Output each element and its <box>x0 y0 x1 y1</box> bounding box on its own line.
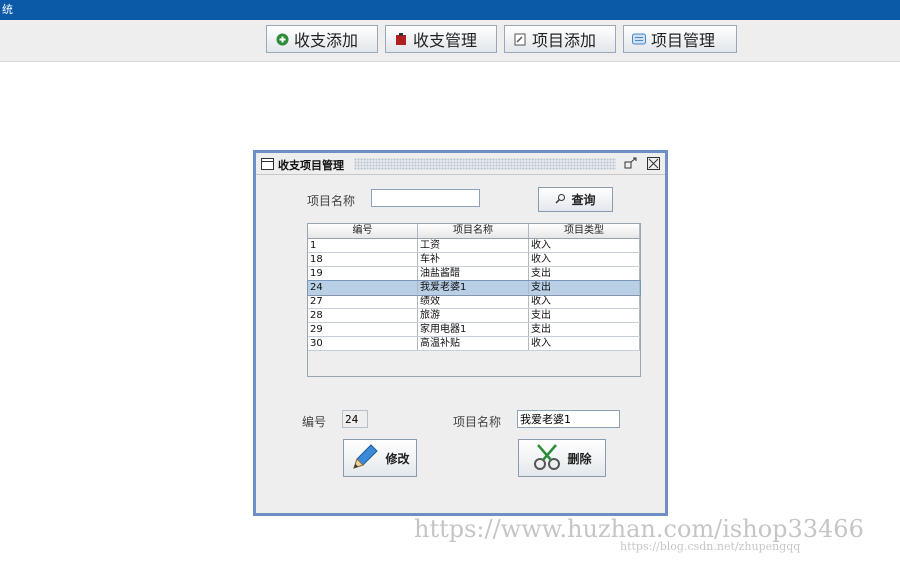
cell-name: 家用电器1 <box>418 323 529 336</box>
table-row[interactable]: 1 工资 收入 <box>308 239 640 253</box>
close-icon[interactable] <box>647 157 660 170</box>
add-project-button[interactable]: 项目添加 <box>504 25 616 53</box>
scissors-icon <box>532 442 562 475</box>
manage-transactions-button[interactable]: 收支管理 <box>385 25 497 53</box>
cell-type: 收入 <box>529 253 640 266</box>
cell-type: 收入 <box>529 295 640 308</box>
column-header-type[interactable]: 项目类型 <box>529 224 640 238</box>
cell-name: 油盐酱醋 <box>418 267 529 280</box>
watermark-sub: https://blog.csdn.net/zhupengqq <box>620 540 801 553</box>
cell-id: 28 <box>308 309 418 322</box>
cell-name: 绩效 <box>418 295 529 308</box>
search-input[interactable] <box>371 189 480 207</box>
table-header: 编号 项目名称 项目类型 <box>308 224 640 239</box>
restore-icon[interactable] <box>624 157 638 171</box>
pencil-icon <box>350 442 380 475</box>
projects-table: 编号 项目名称 项目类型 1 工资 收入 18 车补 收入 19 油盐酱醋 支出… <box>307 223 641 377</box>
table-row[interactable]: 18 车补 收入 <box>308 253 640 267</box>
window-icon <box>261 158 274 170</box>
cell-name: 旅游 <box>418 309 529 322</box>
cell-type: 收入 <box>529 337 640 350</box>
query-button[interactable]: 查询 <box>538 187 613 212</box>
add-project-label: 项目添加 <box>532 31 597 50</box>
manage-projects-button[interactable]: 项目管理 <box>623 25 737 53</box>
table-row[interactable]: 29 家用电器1 支出 <box>308 323 640 337</box>
column-header-name[interactable]: 项目名称 <box>418 224 529 238</box>
id-label: 编号 <box>302 415 327 429</box>
cell-id: 29 <box>308 323 418 336</box>
cell-type: 收入 <box>529 239 640 252</box>
cell-type: 支出 <box>529 323 640 336</box>
delete-label: 删除 <box>567 451 592 466</box>
cell-name: 我爱老婆1 <box>418 281 529 294</box>
delete-button[interactable]: 删除 <box>518 439 606 477</box>
table-row[interactable]: 19 油盐酱醋 支出 <box>308 267 640 281</box>
project-management-frame: 收支项目管理 项目名称 查询 编号 项目名称 项目类型 1 工资 收入 18 车… <box>253 150 668 516</box>
search-name-label: 项目名称 <box>307 194 356 208</box>
manage-transactions-label: 收支管理 <box>413 31 478 50</box>
cell-type: 支出 <box>529 309 640 322</box>
edit-button[interactable]: 修改 <box>343 439 417 477</box>
query-label: 查询 <box>571 193 596 207</box>
cell-name: 高温补贴 <box>418 337 529 350</box>
list-icon <box>632 32 646 46</box>
cell-id: 1 <box>308 239 418 252</box>
cell-type: 支出 <box>529 267 640 280</box>
cell-type: 支出 <box>529 281 640 294</box>
add-circle-icon <box>275 32 289 46</box>
column-header-id[interactable]: 编号 <box>308 224 418 238</box>
add-transaction-label: 收支添加 <box>294 31 359 50</box>
app-title: 统 <box>2 3 13 16</box>
frame-title: 收支项目管理 <box>278 159 344 172</box>
cell-id: 18 <box>308 253 418 266</box>
table-row[interactable]: 27 绩效 收入 <box>308 295 640 309</box>
edit-note-icon <box>513 32 527 46</box>
title-grip <box>354 158 616 170</box>
cell-id: 27 <box>308 295 418 308</box>
ledger-icon <box>394 32 408 46</box>
table-row-selected[interactable]: 24 我爱老婆1 支出 <box>307 280 641 296</box>
cell-name: 工资 <box>418 239 529 252</box>
watermark-main: https://www.huzhan.com/ishop33466 <box>414 515 864 543</box>
edit-label: 修改 <box>385 451 410 466</box>
search-icon <box>555 193 566 207</box>
name-label: 项目名称 <box>453 415 502 429</box>
id-field[interactable] <box>342 410 368 428</box>
cell-name: 车补 <box>418 253 529 266</box>
cell-id: 30 <box>308 337 418 350</box>
table-row[interactable]: 30 高温补贴 收入 <box>308 337 640 351</box>
app-title-bar: 统 <box>0 0 900 20</box>
name-field[interactable] <box>517 410 620 428</box>
main-toolbar: 收支添加 收支管理 项目添加 项目管理 <box>0 20 900 62</box>
cell-id: 19 <box>308 267 418 280</box>
add-transaction-button[interactable]: 收支添加 <box>266 25 378 53</box>
table-row[interactable]: 28 旅游 支出 <box>308 309 640 323</box>
manage-projects-label: 项目管理 <box>651 31 716 50</box>
frame-title-bar[interactable]: 收支项目管理 <box>256 153 665 175</box>
cell-id: 24 <box>308 281 418 294</box>
